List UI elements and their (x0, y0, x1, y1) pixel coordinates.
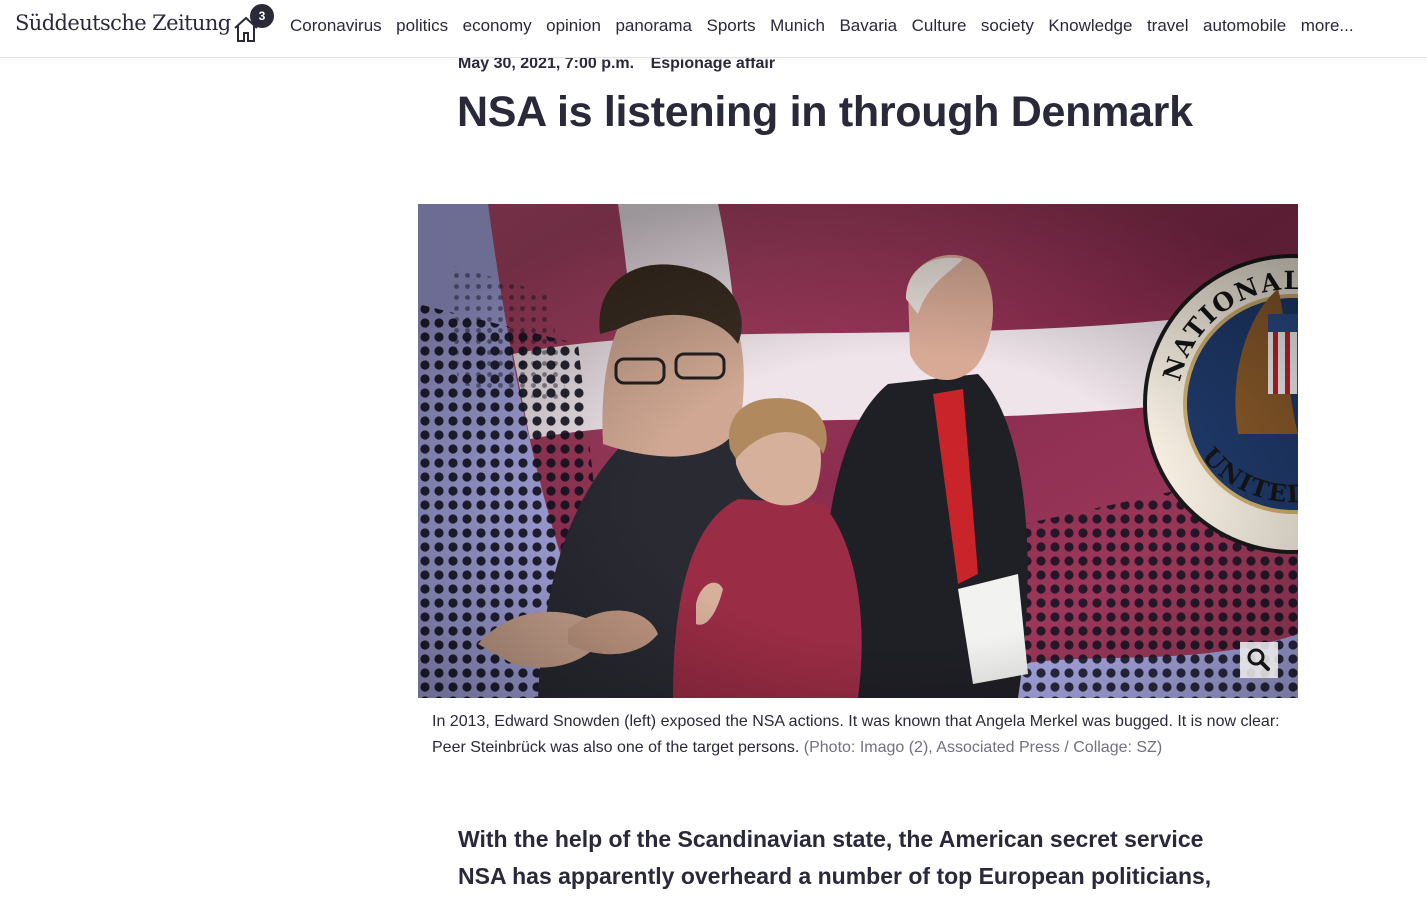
photo-credit: (Photo: Imago (2), Associated Press / Co… (803, 739, 1163, 756)
article-headline: NSA is listening in through Denmark (457, 88, 1193, 136)
nav-item-knowledge[interactable]: Knowledge (1048, 16, 1132, 36)
article-lead: With the help of the Scandinavian state,… (458, 826, 1212, 889)
nav-item-culture[interactable]: Culture (912, 16, 967, 36)
home-count-badge: 3 (250, 4, 274, 28)
nav-item-sports[interactable]: Sports (707, 16, 756, 36)
nav-item-politics[interactable]: politics (396, 16, 448, 36)
magnifier-icon (1247, 648, 1270, 671)
nav-item-panorama[interactable]: panorama (615, 16, 692, 36)
nav-item-munich[interactable]: Munich (770, 16, 825, 36)
nav-item-bavaria[interactable]: Bavaria (839, 16, 897, 36)
nav-item-more[interactable]: more... (1301, 16, 1354, 36)
image-zoom-button[interactable] (1240, 642, 1278, 678)
photo-collage: NATIONAL SEC UNITED STATE (418, 204, 1298, 698)
nav-item-opinion[interactable]: opinion (546, 16, 601, 36)
nav-item-economy[interactable]: economy (463, 16, 532, 36)
nav-item-coronavirus[interactable]: Coronavirus (290, 16, 382, 36)
image-caption: In 2013, Edward Snowden (left) exposed t… (432, 709, 1292, 761)
site-logo[interactable]: Süddeutsche Zeitung (15, 11, 231, 35)
site-header: Süddeutsche Zeitung 3 Coronavirus politic… (0, 0, 1427, 58)
main-navigation: Coronavirus politics economy opinion panoram… (290, 16, 1368, 36)
nav-item-society[interactable]: society (981, 16, 1034, 36)
nav-item-travel[interactable]: travel (1147, 16, 1189, 36)
article-hero-image[interactable]: NATIONAL SEC UNITED STATE (418, 204, 1298, 698)
nav-item-automobile[interactable]: automobile (1203, 16, 1286, 36)
